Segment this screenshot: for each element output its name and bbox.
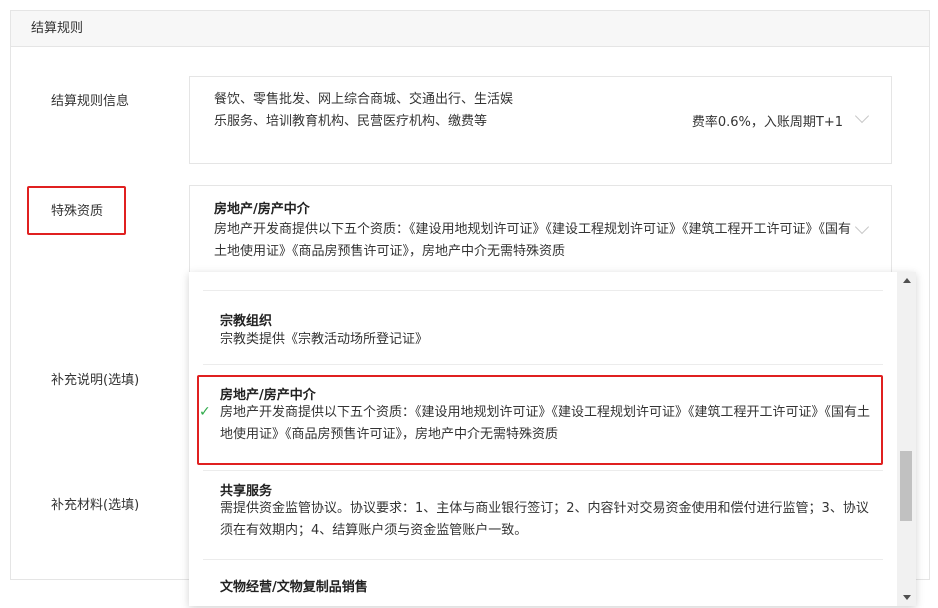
option-title: 文物经营/文物复制品销售	[220, 580, 368, 595]
divider	[203, 290, 883, 291]
divider	[203, 364, 883, 365]
option-desc: 需提供资金监管协议。协议要求：1、主体与商业银行签订；2、内容针对交易资金使用和…	[220, 501, 869, 538]
supplement-material-label: 补充材料(选填)	[51, 498, 140, 513]
rule-info-select[interactable]: 餐饮、零售批发、网上综合商城、交通出行、生活娱乐服务、培训教育机构、民营医疗机构…	[189, 76, 892, 164]
rule-info-fee: 费率0.6%，入账周期T+1	[691, 115, 843, 130]
divider	[203, 470, 883, 471]
panel-title: 结算规则	[11, 11, 929, 47]
supplement-note-label: 补充说明(选填)	[51, 373, 140, 388]
special-qualification-label: 特殊资质	[51, 204, 104, 219]
option-desc: 宗教类提供《宗教活动场所登记证》	[220, 332, 429, 347]
option-title: 宗教组织	[220, 314, 273, 329]
highlight-box-option	[197, 375, 883, 465]
special-qualification-select[interactable]: 房地产/房产中介 房地产开发商提供以下五个资质：《建设用地规划许可证》《建设工程…	[189, 185, 892, 275]
divider	[203, 559, 883, 560]
chevron-down-icon	[854, 108, 870, 124]
scroll-up-arrow-icon[interactable]	[903, 278, 911, 283]
qualification-dropdown[interactable]: 宗教组织 宗教类提供《宗教活动场所登记证》 ✓ 房地产/房产中介 房地产开发商提…	[189, 272, 916, 606]
selected-qualification-desc: 房地产开发商提供以下五个资质：《建设用地规划许可证》《建设工程规划许可证》《建筑…	[214, 222, 852, 259]
selected-qualification-title: 房地产/房产中介	[214, 202, 310, 217]
rule-info-text: 餐饮、零售批发、网上综合商城、交通出行、生活娱乐服务、培训教育机构、民营医疗机构…	[214, 92, 514, 129]
scroll-thumb[interactable]	[900, 451, 912, 521]
option-title: 共享服务	[220, 484, 273, 499]
dropdown-option-cultural-relics[interactable]: 文物经营/文物复制品销售	[189, 568, 897, 606]
rule-info-label: 结算规则信息	[51, 94, 130, 109]
chevron-down-icon	[854, 219, 870, 235]
dropdown-scrollbar[interactable]	[897, 272, 916, 606]
dropdown-option-religion[interactable]: 宗教组织 宗教类提供《宗教活动场所登记证》	[189, 302, 897, 372]
scroll-down-arrow-icon[interactable]	[903, 595, 911, 600]
dropdown-option-shared-service[interactable]: 共享服务 需提供资金监管协议。协议要求：1、主体与商业银行签订；2、内容针对交易…	[189, 472, 897, 560]
